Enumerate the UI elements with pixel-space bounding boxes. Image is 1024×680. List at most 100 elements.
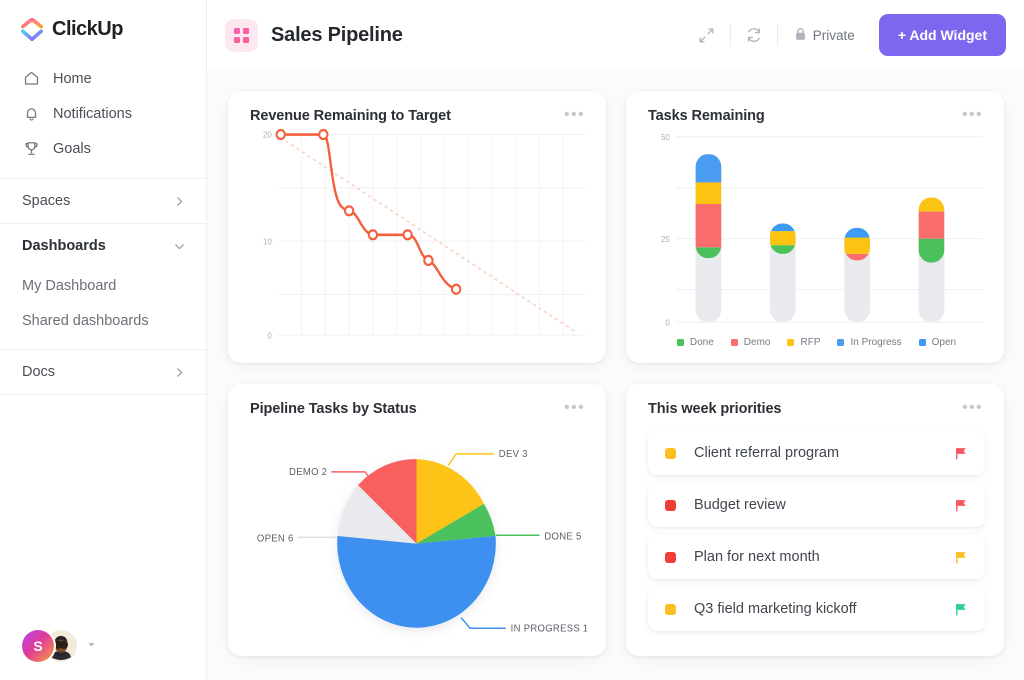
widget-header: Revenue Remaining to Target ••• <box>250 108 587 126</box>
tasks-chart-area: 50 25 0 <box>648 126 985 334</box>
task-label: Client referral program <box>694 445 954 461</box>
app-root: ClickUp Home Notifications <box>0 0 1024 680</box>
status-badge <box>665 500 676 511</box>
status-badge <box>665 604 676 615</box>
task-label: Budget review <box>694 497 954 513</box>
flag-icon[interactable] <box>954 602 969 617</box>
sidebar: ClickUp Home Notifications <box>0 0 207 680</box>
sidebar-item-goals[interactable]: Goals <box>0 131 206 166</box>
add-widget-button[interactable]: + Add Widget <box>879 14 1006 56</box>
sidebar-item-docs-label: Docs <box>22 364 55 380</box>
clickup-logo-icon <box>21 18 43 41</box>
flag-icon[interactable] <box>954 550 969 565</box>
grid-horizontal <box>278 135 585 336</box>
page-title: Sales Pipeline <box>271 24 403 47</box>
widget-menu-button[interactable]: ••• <box>952 401 985 419</box>
refresh-icon[interactable] <box>737 18 771 52</box>
widget-this-week-priorities: This week priorities ••• Client referral… <box>626 384 1004 656</box>
svg-text:50: 50 <box>661 132 670 142</box>
avatar[interactable]: S <box>22 630 54 662</box>
legend-swatch <box>677 339 684 346</box>
task-label: Plan for next month <box>694 549 954 565</box>
chevron-down-icon[interactable] <box>86 637 97 655</box>
expand-arrows-icon[interactable] <box>690 18 724 52</box>
widget-title: Pipeline Tasks by Status <box>250 401 417 417</box>
sidebar-item-goals-label: Goals <box>53 141 91 157</box>
pipeline-pie-chart: DEV 3 DONE 5 IN PROGRESS 18 OPEN 6 DEMO … <box>250 419 587 643</box>
list-item[interactable]: Q3 field marketing kickoff <box>648 587 985 631</box>
chevron-right-icon <box>173 195 186 208</box>
grid-vertical <box>302 135 564 336</box>
svg-text:20: 20 <box>263 130 272 139</box>
list-item[interactable]: Budget review <box>648 483 985 527</box>
status-badge <box>665 552 676 563</box>
pie-label-done: DONE 5 <box>544 531 581 542</box>
sidebar-item-my-dashboard-label: My Dashboard <box>22 278 116 294</box>
sidebar-item-docs[interactable]: Docs <box>0 350 206 394</box>
chevron-right-icon <box>173 366 186 379</box>
y-axis-labels: 20 10 0 <box>263 130 272 340</box>
widget-title: This week priorities <box>648 401 781 417</box>
pie-label-demo: DEMO 2 <box>289 467 327 478</box>
flag-icon[interactable] <box>954 446 969 461</box>
privacy-label: Private <box>813 28 855 43</box>
sidebar-item-dashboards[interactable]: Dashboards <box>0 224 206 268</box>
priority-list: Client referral program Budget review <box>648 419 985 631</box>
trophy-icon <box>22 139 41 158</box>
top-bar-actions: Private + Add Widget <box>690 14 1006 56</box>
legend-label: Open <box>932 337 956 348</box>
legend-label: In Progress <box>850 337 901 348</box>
widget-pipeline-by-status: Pipeline Tasks by Status ••• <box>228 384 606 656</box>
bar-group-1 <box>696 154 722 260</box>
legend-label: Done <box>690 337 714 348</box>
widget-header: Tasks Remaining ••• <box>648 108 985 126</box>
home-icon <box>22 69 41 88</box>
lock-icon <box>794 27 807 44</box>
bar-group-3 <box>844 228 870 262</box>
legend-swatch <box>787 339 794 346</box>
toolbar-divider <box>777 24 778 46</box>
pie-slice-in-progress <box>337 536 496 628</box>
widget-header: This week priorities ••• <box>648 401 985 419</box>
bar-group-4 <box>919 198 945 264</box>
toolbar-divider <box>730 24 731 46</box>
legend-item-demo[interactable]: Demo <box>731 337 771 348</box>
pie-slices <box>337 459 496 628</box>
brand-name: ClickUp <box>52 18 123 41</box>
sidebar-item-shared-dashboards[interactable]: Shared dashboards <box>0 303 206 338</box>
bar-group-2 <box>770 224 796 255</box>
widget-menu-button[interactable]: ••• <box>554 108 587 126</box>
svg-text:10: 10 <box>263 237 272 246</box>
brand-logo[interactable]: ClickUp <box>0 0 206 57</box>
bell-icon <box>22 104 41 123</box>
widget-tasks-remaining: Tasks Remaining ••• 50 <box>626 91 1004 363</box>
widget-menu-button[interactable]: ••• <box>554 401 587 419</box>
sidebar-item-dashboards-label: Dashboards <box>22 238 106 254</box>
sidebar-item-home[interactable]: Home <box>0 61 206 96</box>
sidebar-item-notifications[interactable]: Notifications <box>0 96 206 131</box>
legend-item-done[interactable]: Done <box>677 337 714 348</box>
status-badge <box>665 448 676 459</box>
tasks-remaining-chart: 50 25 0 <box>648 126 985 334</box>
legend-item-in-progress[interactable]: In Progress <box>837 337 901 348</box>
sidebar-item-my-dashboard[interactable]: My Dashboard <box>0 268 206 303</box>
pipeline-chart-area: DEV 3 DONE 5 IN PROGRESS 18 OPEN 6 DEMO … <box>250 419 587 643</box>
widget-board: Revenue Remaining to Target ••• <box>207 70 1024 680</box>
legend-item-open[interactable]: Open <box>919 337 956 348</box>
primary-nav: Home Notifications <box>0 57 206 178</box>
y-axis-labels: 50 25 0 <box>661 132 670 328</box>
pie-label-open: OPEN 6 <box>257 533 294 544</box>
list-item[interactable]: Plan for next month <box>648 535 985 579</box>
widget-menu-button[interactable]: ••• <box>952 108 985 126</box>
sidebar-item-spaces-label: Spaces <box>22 193 70 209</box>
sidebar-user-area: S <box>0 630 206 680</box>
pie-label-dev: DEV 3 <box>499 449 528 460</box>
widget-title: Revenue Remaining to Target <box>250 108 451 124</box>
privacy-toggle[interactable]: Private <box>784 27 865 44</box>
legend-swatch <box>919 339 926 346</box>
legend-item-rfp[interactable]: RFP <box>787 337 820 348</box>
sidebar-item-spaces[interactable]: Spaces <box>0 179 206 223</box>
sidebar-item-notifications-label: Notifications <box>53 106 132 122</box>
flag-icon[interactable] <box>954 498 969 513</box>
list-item[interactable]: Client referral program <box>648 431 985 475</box>
